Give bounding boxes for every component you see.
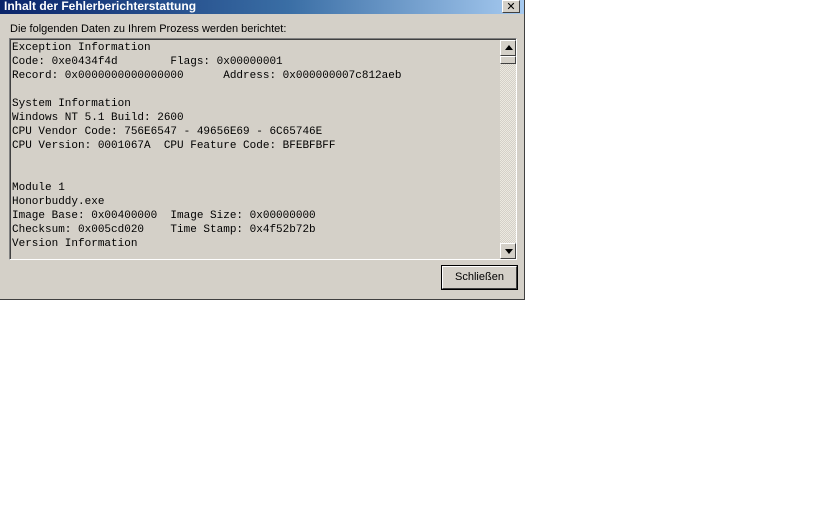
report-line — [12, 153, 498, 167]
report-line: Module 1 — [12, 182, 65, 194]
report-line: Checksum: 0x005cd020 Time Stamp: 0x4f52b… — [12, 224, 316, 236]
report-line: Honorbuddy.exe — [12, 196, 105, 208]
scroll-down-button[interactable] — [500, 243, 516, 259]
report-line: Windows NT 5.1 Build: 2600 — [12, 112, 184, 124]
scroll-down-arrow-icon — [505, 249, 513, 254]
title-bar[interactable]: Inhalt der Fehlerberichterstattung — [0, 0, 524, 14]
scroll-up-arrow-icon — [505, 45, 513, 50]
report-line: Record: 0x0000000000000000 Address: 0x00… — [12, 70, 402, 82]
report-line — [12, 83, 498, 97]
report-text: Exception Information Code: 0xe0434f4d Fl… — [12, 41, 498, 257]
report-line: Version Information — [12, 238, 138, 250]
scroll-up-button[interactable] — [500, 40, 516, 56]
vertical-scrollbar[interactable] — [500, 40, 516, 259]
report-line — [12, 167, 498, 181]
scroll-thumb[interactable] — [500, 56, 516, 64]
report-line: CPU Vendor Code: 756E6547 - 49656E69 - 6… — [12, 126, 323, 138]
report-line: Exception Information — [12, 42, 151, 54]
report-line: System Information — [12, 98, 131, 110]
close-button[interactable]: Schließen — [442, 266, 517, 289]
report-text-area[interactable]: Exception Information Code: 0xe0434f4d Fl… — [9, 38, 517, 260]
report-line: Image Base: 0x00400000 Image Size: 0x000… — [12, 210, 316, 222]
report-line: CPU Version: 0001067A CPU Feature Code: … — [12, 140, 336, 152]
window-title: Inhalt der Fehlerberichterstattung — [4, 0, 197, 13]
error-report-dialog: Inhalt der Fehlerberichterstattung ✕ Die… — [0, 0, 525, 300]
close-icon[interactable]: ✕ — [502, 0, 520, 13]
background-window-fragment — [446, 300, 516, 306]
intro-label: Die folgenden Daten zu Ihrem Prozess wer… — [10, 23, 287, 35]
report-line: Code: 0xe0434f4d Flags: 0x00000001 — [12, 56, 283, 68]
